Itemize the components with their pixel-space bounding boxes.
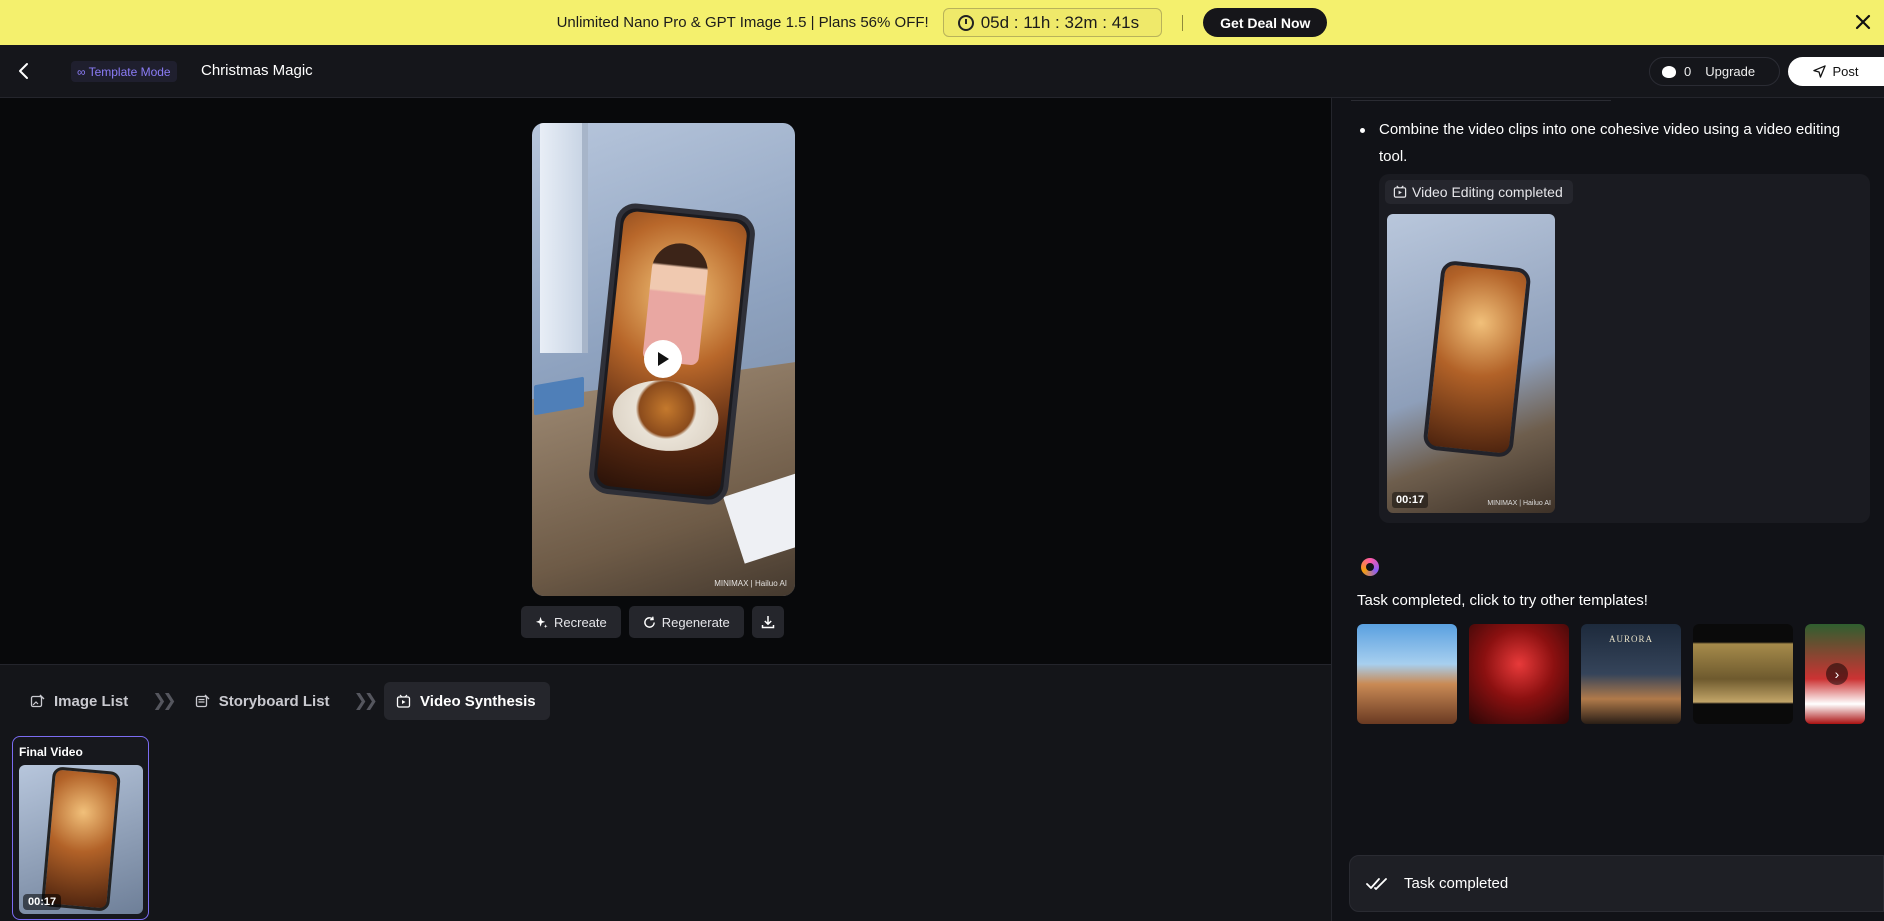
get-deal-button[interactable]: Get Deal Now (1203, 8, 1328, 37)
countdown-timer: 05d : 11h : 32m : 41s (942, 8, 1163, 37)
video-editing-status-tag: Video Editing completed (1385, 180, 1573, 204)
chevron-right-icon: ❯❯ (353, 691, 378, 710)
workflow-steps: Image List ❯❯ Storyboard List ❯❯ Video S… (18, 682, 550, 720)
video-preview-area: MINIMAX | Hailuo AI Recreate Regenerate (0, 98, 1331, 664)
app-header: ∞ Template Mode Christmas Magic 0 Upgrad… (0, 45, 1884, 98)
final-video-label: Final Video (19, 745, 83, 759)
image-edit-icon (30, 694, 45, 707)
result-phone (1422, 259, 1532, 459)
template-suggestions: AURORA (1357, 624, 1865, 724)
recreate-button[interactable]: Recreate (521, 606, 621, 638)
template-mode-tag: ∞ Template Mode (71, 61, 177, 82)
template-card[interactable] (1693, 624, 1793, 724)
double-check-icon (1366, 877, 1387, 890)
sparkle-icon (535, 616, 548, 628)
final-video-card[interactable]: Final Video 00:17 (12, 736, 149, 920)
template-card[interactable] (1469, 624, 1569, 724)
final-video-duration: 00:17 (23, 894, 62, 910)
workflow-panel: Image List ❯❯ Storyboard List ❯❯ Video S… (0, 664, 1331, 921)
countdown-value: 05d : 11h : 32m : 41s (980, 12, 1140, 32)
divider (1351, 98, 1611, 101)
promo-banner: Unlimited Nano Pro & GPT Image 1.5 | Pla… (0, 0, 1884, 45)
page-title: Christmas Magic (201, 62, 313, 79)
task-status-bar: Task completed (1349, 855, 1884, 912)
upgrade-label: Upgrade (1705, 64, 1756, 79)
video-icon (1393, 185, 1407, 198)
template-title: AURORA (1608, 634, 1653, 644)
task-completed-message: Task completed, click to try other templ… (1357, 592, 1648, 609)
template-card[interactable] (1357, 624, 1457, 724)
bullet-point (1360, 128, 1365, 133)
credit-icon (1662, 65, 1676, 78)
tab-image-list[interactable]: Image List (18, 682, 142, 720)
recreate-label: Recreate (554, 614, 607, 630)
close-icon[interactable] (1852, 11, 1874, 33)
step-description: Combine the video clips into one cohesiv… (1379, 121, 1841, 165)
promo-text: Unlimited Nano Pro & GPT Image 1.5 | Pla… (556, 14, 929, 31)
link-icon: ∞ (77, 64, 86, 79)
tab-video-synthesis[interactable]: Video Synthesis (384, 682, 550, 720)
post-button[interactable]: Post (1788, 57, 1884, 86)
refresh-icon (643, 616, 655, 628)
scene-window (540, 123, 588, 353)
video-watermark: MINIMAX | Hailuo AI (714, 579, 787, 588)
tab-image-list-label: Image List (54, 692, 129, 710)
regenerate-label: Regenerate (661, 614, 730, 630)
tab-storyboard-list-label: Storyboard List (218, 692, 330, 710)
credit-count: 0 (1684, 64, 1692, 79)
mini-phone (41, 766, 121, 912)
chevron-right-icon[interactable]: › (1826, 663, 1848, 685)
result-video-thumbnail[interactable]: 00:17 MINIMAX | Hailuo AI (1387, 214, 1555, 513)
play-icon[interactable] (644, 340, 682, 378)
tab-video-synthesis-label: Video Synthesis (420, 692, 536, 710)
post-label: Post (1832, 64, 1859, 79)
result-watermark: MINIMAX | Hailuo AI (1487, 500, 1551, 507)
assistant-avatar-icon (1361, 558, 1379, 576)
video-player[interactable]: MINIMAX | Hailuo AI (532, 123, 795, 596)
template-mode-label: Template Mode (88, 64, 171, 79)
regenerate-button[interactable]: Regenerate (628, 606, 744, 638)
back-arrow-icon[interactable] (14, 61, 34, 81)
video-editing-result: Video Editing completed 00:17 MINIMAX | … (1379, 174, 1870, 523)
final-video-thumbnail: 00:17 (19, 765, 143, 914)
preview-actions: Recreate Regenerate (521, 606, 784, 638)
storyboard-icon (195, 694, 210, 707)
notification-dot (1691, 60, 1696, 65)
chevron-right-icon: ❯❯ (152, 691, 176, 710)
tab-storyboard-list[interactable]: Storyboard List (183, 682, 344, 720)
download-icon (761, 616, 774, 629)
task-status-label: Task completed (1404, 875, 1509, 892)
result-video-duration: 00:17 (1392, 492, 1429, 508)
template-card[interactable]: AURORA (1581, 624, 1681, 724)
clock-icon (957, 14, 974, 31)
download-button[interactable] (751, 606, 784, 638)
credits-button[interactable]: 0 Upgrade (1649, 57, 1780, 86)
video-icon (396, 694, 411, 708)
video-editing-status-label: Video Editing completed (1412, 184, 1563, 200)
assistant-panel: Combine the video clips into one cohesiv… (1331, 98, 1884, 921)
send-icon (1813, 65, 1827, 78)
banner-divider (1182, 14, 1184, 31)
